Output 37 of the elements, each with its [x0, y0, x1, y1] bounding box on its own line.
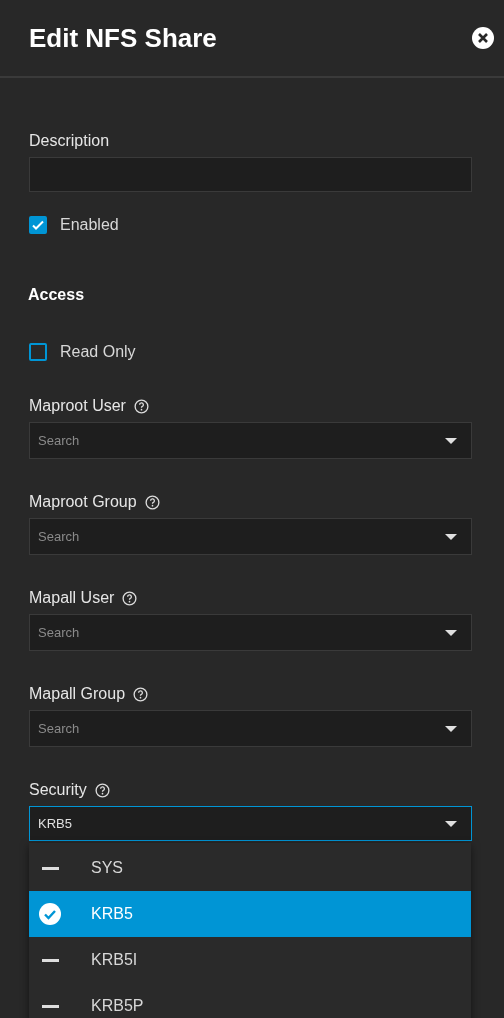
dash-icon	[42, 1004, 59, 1008]
caret-icon	[445, 725, 457, 732]
field-label: Maproot Group	[29, 493, 137, 511]
checkbox[interactable]	[29, 343, 47, 361]
caret-icon	[445, 533, 457, 540]
description-field[interactable]	[29, 157, 472, 192]
section-heading: Access	[28, 286, 85, 304]
checkbox-label: Read Only	[60, 343, 136, 361]
search-select[interactable]: Search	[29, 518, 472, 555]
menu-option[interactable]: KRB5	[29, 891, 471, 937]
checkbox[interactable]	[29, 216, 47, 234]
menu-option[interactable]: KRB5P	[29, 983, 471, 1018]
help-icon[interactable]	[133, 398, 149, 414]
field-label: Mapall User	[29, 589, 115, 607]
field-label: Security	[29, 781, 87, 799]
caret-icon	[445, 629, 457, 636]
help-icon[interactable]	[122, 590, 138, 606]
help-icon[interactable]	[133, 686, 149, 702]
search-select[interactable]: Search	[29, 422, 472, 459]
help-icon[interactable]	[94, 782, 110, 798]
caret-icon	[445, 820, 457, 827]
caret-icon	[445, 437, 457, 444]
dash-icon	[42, 866, 59, 870]
checkbox-label: Enabled	[60, 216, 119, 234]
search-select[interactable]: Search	[29, 710, 472, 747]
menu-option[interactable]: SYS	[29, 845, 471, 891]
window-title: Edit NFS Share	[29, 22, 217, 54]
search-select[interactable]: Search	[29, 614, 472, 651]
field-label: Maproot User	[29, 397, 126, 415]
field-label: Description	[29, 132, 110, 150]
dash-icon	[42, 958, 59, 962]
check-circle-icon	[39, 903, 61, 925]
security-select[interactable]: KRB5	[29, 806, 472, 841]
menu-option[interactable]: KRB5I	[29, 937, 471, 983]
help-icon[interactable]	[144, 494, 160, 510]
close-icon[interactable]	[472, 27, 494, 49]
field-label: Mapall Group	[29, 685, 126, 703]
